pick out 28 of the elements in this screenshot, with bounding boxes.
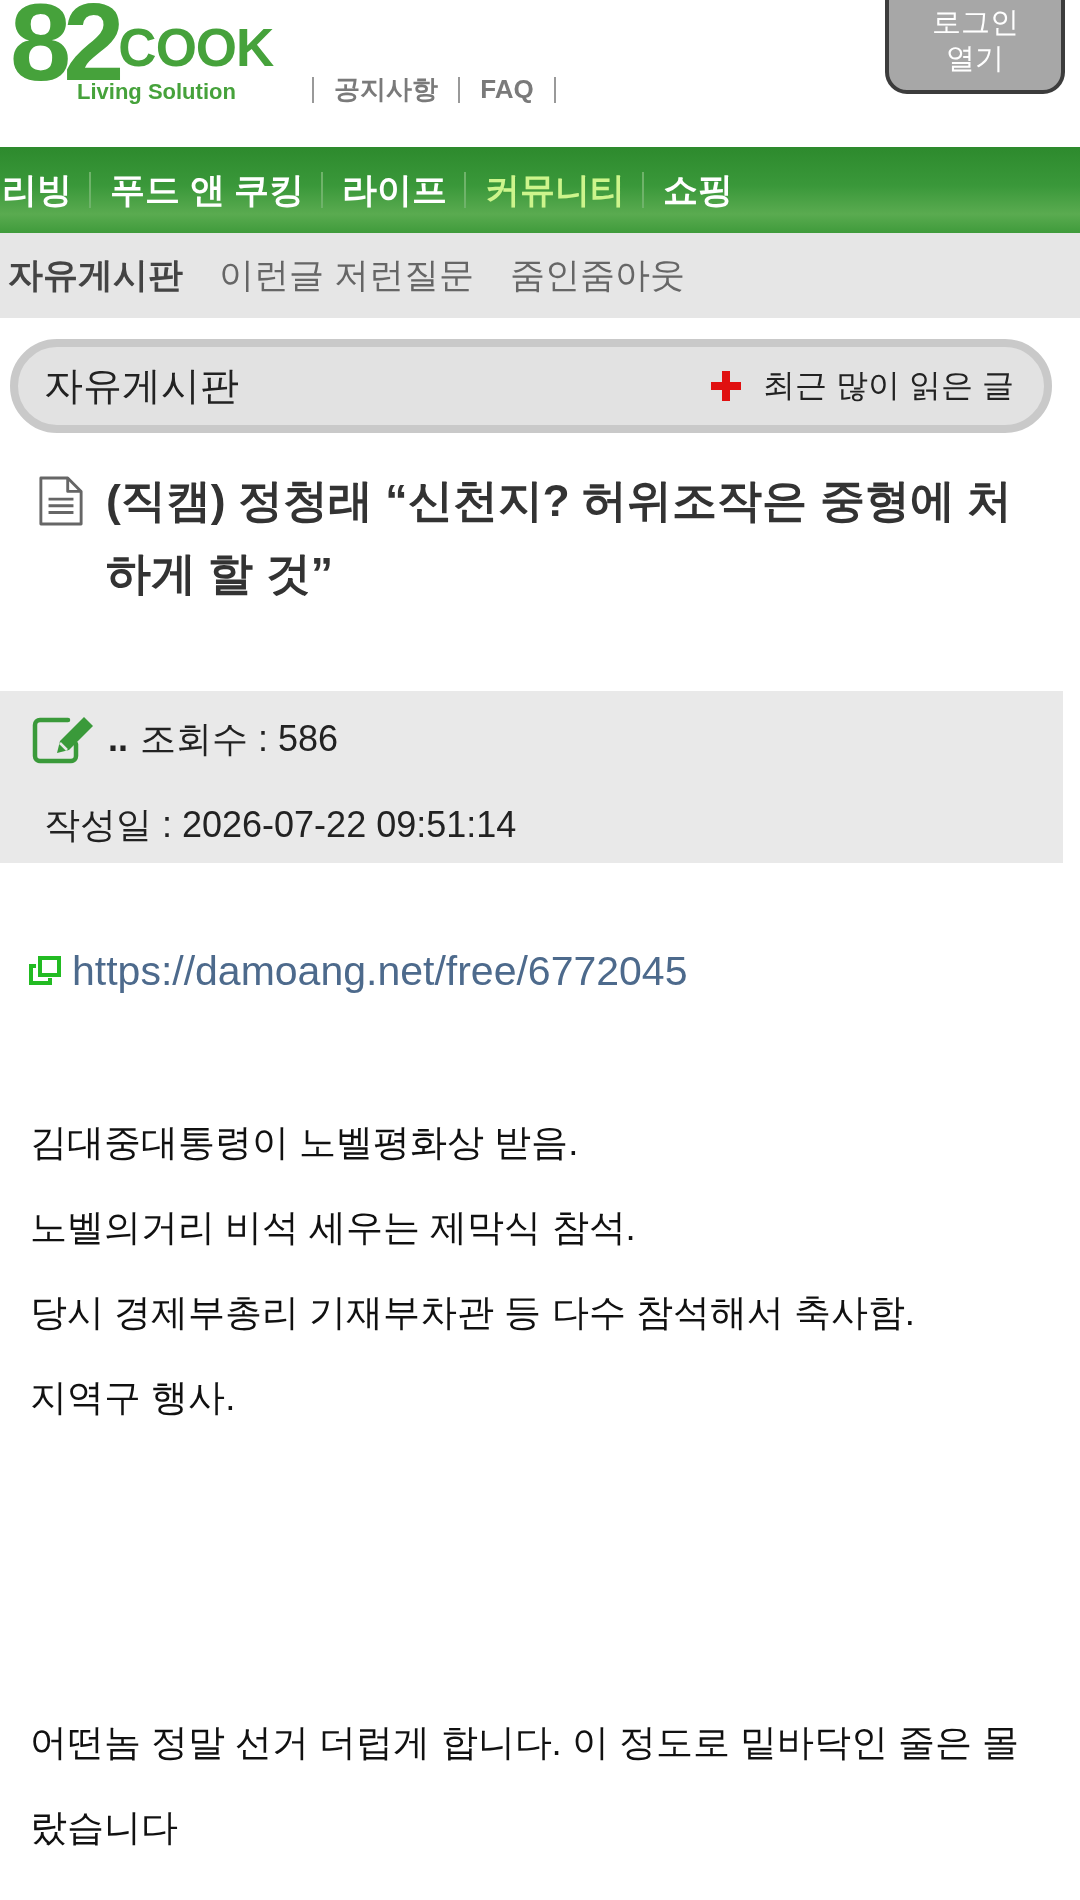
board-tab[interactable]: 자유게시판 xyxy=(8,252,183,299)
site-logo[interactable]: 82COOK Living Solution xyxy=(10,0,274,103)
link-icon xyxy=(28,956,62,986)
nav-tab[interactable]: 리빙 xyxy=(0,166,72,214)
body-text: 김대중대통령이 노벨평화상 받음. xyxy=(30,1121,580,1165)
body-text: 지역구 행사. xyxy=(30,1376,237,1420)
body-text: 어떤놈 정말 선거 더럽게 합니다. 이 정도로 밑바닥인 줄은 몰랐습니다 xyxy=(30,1721,1021,1850)
body-text: 노벨의거리 비석 세우는 제막식 참석. xyxy=(30,1206,637,1250)
post-title: (직캠) 정청래 “신천지? 허위조작은 중형에 처하게 할 것” xyxy=(106,475,1013,600)
document-icon xyxy=(38,476,84,526)
source-link[interactable]: https://damoang.net/free/6772045 xyxy=(72,947,688,995)
view-count: 조회수 : 586 xyxy=(140,716,339,761)
body-text: 당시 경제부총리 기재부차관 등 다수 참석해서 축사함. xyxy=(30,1291,916,1335)
top-link[interactable]: 공지사항 xyxy=(334,72,439,107)
top-link[interactable]: FAQ xyxy=(480,74,534,105)
plus-icon xyxy=(711,371,742,401)
board-tab[interactable]: 줌인줌아웃 xyxy=(509,252,685,299)
post-date: 작성일 : 2026-07-22 09:51:14 xyxy=(44,802,517,847)
nav-tab[interactable]: 쇼핑 xyxy=(661,166,734,214)
nav-tab[interactable]: 라이프 xyxy=(340,166,448,214)
popular-posts-link[interactable]: 최근 많이 읽은 글 xyxy=(763,364,1014,408)
author-name: .. xyxy=(108,718,128,760)
board-title: 자유게시판 xyxy=(44,363,239,409)
board-tab[interactable]: 이런글 저런질문 xyxy=(219,252,474,299)
nav-tab[interactable]: 푸드 앤 쿠킹 xyxy=(108,166,305,214)
nav-tab[interactable]: 커뮤니티 xyxy=(483,166,626,214)
edit-icon xyxy=(32,714,96,764)
login-button[interactable]: 로그인 열기 xyxy=(885,0,1065,94)
